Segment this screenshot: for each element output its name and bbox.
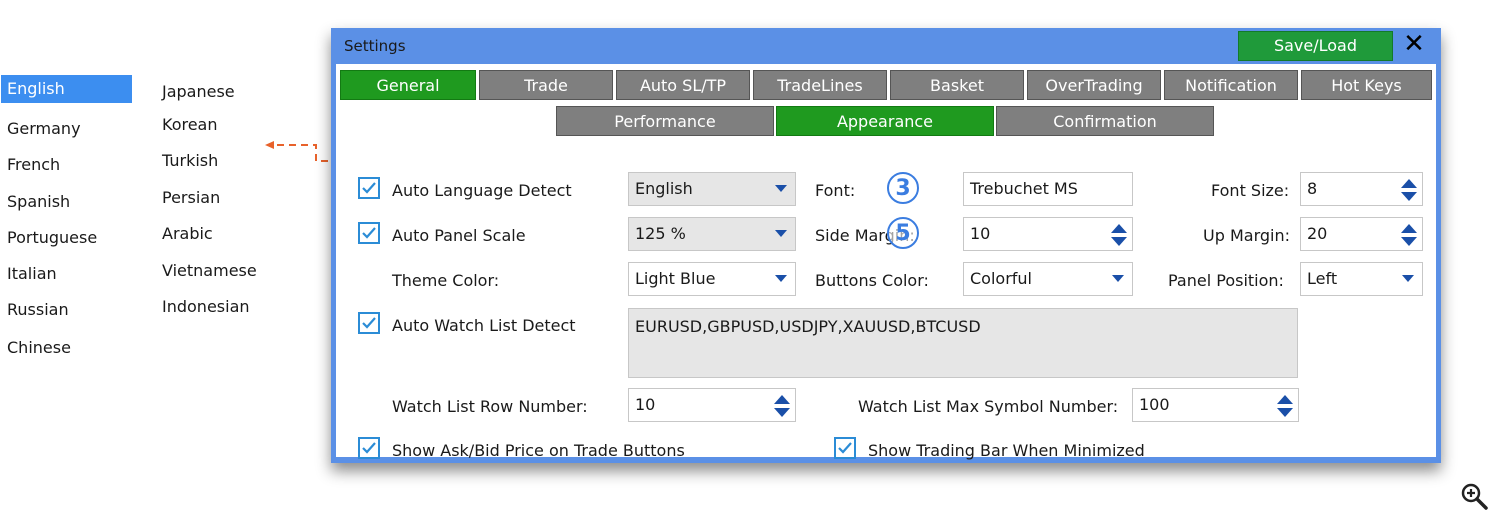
language-item[interactable]: Persian <box>162 187 220 209</box>
check-icon <box>362 317 376 329</box>
chevron-down-icon <box>775 275 787 282</box>
language-item[interactable]: Portuguese <box>7 227 97 249</box>
row-number-label: Watch List Row Number: <box>392 397 588 416</box>
auto-language-detect-checkbox[interactable] <box>358 177 380 199</box>
spinner-icon[interactable] <box>1277 395 1293 417</box>
watch-list-textarea[interactable]: EURUSD,GBPUSD,USDJPY,XAUUSD,BTCUSD <box>628 308 1298 378</box>
check-icon <box>362 442 376 454</box>
up-margin-stepper[interactable]: 20 <box>1300 217 1423 251</box>
max-symbol-label: Watch List Max Symbol Number: <box>858 397 1119 416</box>
language-item[interactable]: Germany <box>7 118 81 140</box>
buttons-color-select[interactable]: Colorful <box>963 262 1133 296</box>
title-bar: Settings Save/Load ✕ <box>331 28 1441 64</box>
check-icon <box>362 182 376 194</box>
tab-basket[interactable]: Basket <box>890 70 1024 100</box>
tab-auto-sl-tp[interactable]: Auto SL/TP <box>616 70 750 100</box>
close-icon[interactable]: ✕ <box>1400 30 1428 58</box>
language-item[interactable]: Korean <box>162 114 218 136</box>
chevron-down-icon <box>1112 275 1124 282</box>
show-trading-bar-checkbox[interactable] <box>834 437 856 459</box>
spinner-icon[interactable] <box>1401 224 1417 246</box>
font-size-stepper[interactable]: 8 <box>1300 172 1423 206</box>
auto-language-detect-label: Auto Language Detect <box>392 181 572 200</box>
tab-tradelines[interactable]: TradeLines <box>753 70 887 100</box>
language-item[interactable]: Chinese <box>7 337 71 359</box>
theme-color-select[interactable]: Light Blue <box>628 262 796 296</box>
window-title: Settings <box>344 37 406 55</box>
max-symbol-stepper[interactable]: 100 <box>1132 388 1299 422</box>
auto-panel-scale-checkbox[interactable] <box>358 222 380 244</box>
language-select[interactable]: English <box>628 172 796 206</box>
chevron-down-icon <box>1402 275 1414 282</box>
font-size-label: Font Size: <box>1211 181 1290 200</box>
auto-watch-list-label: Auto Watch List Detect <box>392 316 576 335</box>
font-value: Trebuchet MS <box>970 179 1078 198</box>
check-icon <box>362 227 376 239</box>
settings-window: Settings Save/Load ✕ General Trade Auto … <box>331 28 1441 463</box>
panel-scale-value: 125 % <box>635 224 686 243</box>
show-ask-bid-label: Show Ask/Bid Price on Trade Buttons <box>392 441 685 460</box>
settings-panel: General Trade Auto SL/TP TradeLines Bask… <box>336 64 1436 460</box>
panel-position-label: Panel Position: <box>1168 271 1284 290</box>
zoom-in-icon[interactable] <box>1460 482 1488 510</box>
language-item-english[interactable]: English <box>1 75 132 103</box>
tab-performance[interactable]: Performance <box>556 106 774 136</box>
spinner-icon[interactable] <box>774 395 790 417</box>
theme-color-value: Light Blue <box>635 269 716 288</box>
callout-5: 5 <box>887 217 919 249</box>
language-item[interactable]: Indonesian <box>162 296 250 318</box>
buttons-color-label: Buttons Color: <box>815 271 929 290</box>
up-margin-label: Up Margin: <box>1203 226 1290 245</box>
language-item[interactable]: French <box>7 154 60 176</box>
up-margin-value: 20 <box>1307 224 1328 243</box>
row-number-value: 10 <box>635 395 656 414</box>
buttons-color-value: Colorful <box>970 269 1032 288</box>
auto-panel-scale-label: Auto Panel Scale <box>392 226 526 245</box>
side-margin-stepper[interactable]: 10 <box>963 217 1133 251</box>
show-ask-bid-checkbox[interactable] <box>358 437 380 459</box>
panel-position-select[interactable]: Left <box>1300 262 1423 296</box>
font-label: Font: <box>815 181 856 200</box>
side-margin-value: 10 <box>970 224 991 243</box>
max-symbol-value: 100 <box>1139 395 1170 414</box>
spinner-icon[interactable] <box>1111 224 1127 246</box>
language-item[interactable]: Italian <box>7 263 57 285</box>
language-item[interactable]: Japanese <box>162 81 235 103</box>
language-item[interactable]: Spanish <box>7 191 70 213</box>
language-value: English <box>635 179 693 198</box>
font-size-value: 8 <box>1307 179 1318 198</box>
auto-watch-list-checkbox[interactable] <box>358 312 380 334</box>
language-item[interactable]: Vietnamese <box>162 260 257 282</box>
tab-confirmation[interactable]: Confirmation <box>996 106 1214 136</box>
chevron-down-icon <box>775 185 787 192</box>
save-load-button[interactable]: Save/Load <box>1238 31 1393 61</box>
font-input[interactable]: Trebuchet MS <box>963 172 1133 206</box>
language-item[interactable]: Russian <box>7 299 69 321</box>
callout-3: 3 <box>887 172 919 204</box>
tab-trade[interactable]: Trade <box>479 70 613 100</box>
watch-list-value: EURUSD,GBPUSD,USDJPY,XAUUSD,BTCUSD <box>635 317 981 336</box>
theme-color-label: Theme Color: <box>392 271 500 290</box>
chevron-down-icon <box>775 230 787 237</box>
language-item[interactable]: Arabic <box>162 223 213 245</box>
show-trading-bar-label: Show Trading Bar When Minimized <box>868 441 1145 460</box>
tab-appearance[interactable]: Appearance <box>776 106 994 136</box>
tab-overtrading[interactable]: OverTrading <box>1027 70 1161 100</box>
row-number-stepper[interactable]: 10 <box>628 388 796 422</box>
check-icon <box>838 442 852 454</box>
spinner-icon[interactable] <box>1401 179 1417 201</box>
panel-scale-select[interactable]: 125 % <box>628 217 796 251</box>
tab-general[interactable]: General <box>340 70 476 100</box>
panel-position-value: Left <box>1307 269 1338 288</box>
language-item[interactable]: Turkish <box>162 150 218 172</box>
tab-hot-keys[interactable]: Hot Keys <box>1301 70 1432 100</box>
tab-notification[interactable]: Notification <box>1164 70 1298 100</box>
